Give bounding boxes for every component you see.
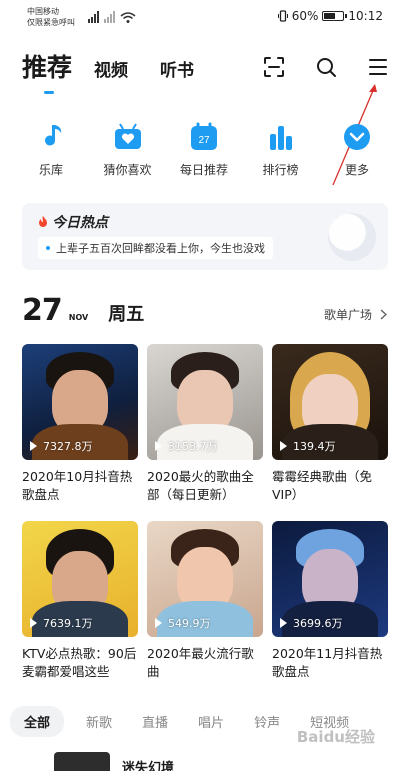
play-icon [30,618,37,628]
chart-bars-icon [269,126,292,150]
battery-icon [322,11,348,21]
entry-music-library[interactable]: 乐库 [13,122,89,178]
play-count: 7327.8万 [30,438,93,454]
date-day: 27 [22,293,63,328]
playlist-cover: 3153.7万 [147,344,263,460]
hot-title-text: 今日热点 [52,215,108,231]
entry-daily-recommend[interactable]: 27 每日推荐 [166,122,242,178]
playlist-title: 2020年10月抖音热歌盘点 [22,469,133,502]
heart-radio-icon [114,123,141,149]
tab-audiobook[interactable]: 听书 [160,56,194,84]
play-count: 3699.6万 [280,615,343,631]
signal-wifi-icon [88,11,136,23]
date-header: 27 NOV 周五 [22,293,144,328]
date-weekday: 周五 [108,304,145,325]
chevron-right-icon [380,309,387,320]
emergency-only: 仅限紧急呼叫 [27,18,75,27]
calendar-icon: 27 [191,122,217,150]
playlist-card[interactable]: 549.9万 2020年最火流行歌曲 [147,521,263,686]
playlist-title: 霉霉经典歌曲（免VIP） [272,469,373,502]
carrier-info: 中国移动 仅限紧急呼叫 [27,6,75,28]
play-count: 139.4万 [280,438,336,454]
play-icon [30,441,37,451]
play-count-text: 139.4万 [293,440,336,453]
play-count-text: 549.9万 [168,617,211,630]
playlist-cover: 7327.8万 [22,344,138,460]
watermark: Baidu经验 [296,728,375,746]
playlist-title: 2020年11月抖音热歌盘点 [272,646,383,679]
play-icon [155,618,162,628]
playlist-card[interactable]: 7639.1万 KTV必点热歌：90后麦霸都爱唱这些 [22,521,138,686]
entry-label: 排行榜 [262,163,299,177]
entry-guess-you-like[interactable]: 猜你喜欢 [90,122,166,178]
playlist-title: 2020年最火流行歌曲 [147,646,254,679]
playlist-cover: 7639.1万 [22,521,138,637]
vibrate-icon [277,10,288,22]
playlist-cover: 549.9万 [147,521,263,637]
scan-icon[interactable] [263,56,285,78]
hot-decoration [328,213,376,261]
play-count: 7639.1万 [30,615,93,631]
top-icons [263,56,389,78]
tab-albums[interactable]: 唱片 [198,712,224,731]
play-count-text: 3153.7万 [168,440,218,453]
playlist-grid: 7327.8万 2020年10月抖音热歌盘点 3153.7万 2020最火的歌曲… [22,344,388,686]
battery-percent: 60% [291,9,319,23]
playlist-title: KTV必点热歌：90后麦霸都爱唱这些 [22,646,137,679]
bullet-dot [46,246,50,250]
bottom-item-cover[interactable] [54,752,110,771]
hot-title: 今日热点 [38,212,108,232]
playlist-card[interactable]: 7327.8万 2020年10月抖音热歌盘点 [22,344,138,509]
hot-topics-card[interactable]: 今日热点 上辈子五百次回眸都没看上你，今生也没戏 [22,203,388,270]
tab-live[interactable]: 直播 [142,712,168,731]
playlist-square-link[interactable]: 歌单广场 [324,306,387,323]
play-count-text: 7327.8万 [43,440,93,453]
carrier-name: 中国移动 [27,7,59,16]
battery-fill [324,13,335,19]
hot-item[interactable]: 上辈子五百次回眸都没看上你，今生也没戏 [38,237,273,259]
play-count-text: 7639.1万 [43,617,93,630]
play-count-text: 3699.6万 [293,617,343,630]
date-month: NOV [68,313,89,322]
tab-recommend[interactable]: 推荐 [22,48,72,94]
tab-new-songs[interactable]: 新歌 [86,712,112,731]
bottom-item-title[interactable]: 迷失幻境 [122,757,174,771]
entry-charts[interactable]: 排行榜 [243,122,319,178]
entry-label: 每日推荐 [179,163,228,177]
playlist-cover: 139.4万 [272,344,388,460]
entry-label: 猜你喜欢 [103,163,152,177]
status-right: 60% 10:12 [277,9,383,23]
entry-more[interactable]: 更多 [319,122,395,178]
chevron-down-icon [344,124,370,150]
play-icon [280,441,287,451]
play-count: 549.9万 [155,615,211,631]
menu-icon[interactable] [367,56,389,78]
tab-video[interactable]: 视频 [94,56,128,84]
playlist-card[interactable]: 3153.7万 2020最火的歌曲全部（每日更新） [147,344,263,509]
entry-label: 更多 [344,163,369,177]
calendar-badge: 27 [198,135,210,146]
top-tabs: 推荐 视频 听书 [22,48,226,94]
playlist-square-label: 歌单广场 [323,308,372,322]
hot-item-text: 上辈子五百次回眸都没看上你，今生也没戏 [56,242,265,255]
play-count: 3153.7万 [155,438,218,454]
music-note-icon [45,125,62,146]
playlist-card[interactable]: 3699.6万 2020年11月抖音热歌盘点 [272,521,388,686]
tab-ringtones[interactable]: 铃声 [254,712,280,731]
quick-entries: 乐库 猜你喜欢 27 每日推荐 排行榜 更多 [13,122,395,178]
search-icon[interactable] [315,56,337,78]
playlist-card[interactable]: 139.4万 霉霉经典歌曲（免VIP） [272,344,388,509]
tab-all[interactable]: 全部 [10,706,65,737]
entry-label: 乐库 [38,163,63,177]
playlist-title: 2020最火的歌曲全部（每日更新） [147,469,254,502]
playlist-cover: 3699.6万 [272,521,388,637]
clock: 10:12 [348,9,383,23]
flame-icon [39,216,47,227]
status-bar: 中国移动 仅限紧急呼叫 60% 10:12 [0,0,405,34]
play-icon [280,618,287,628]
play-icon [155,441,162,451]
